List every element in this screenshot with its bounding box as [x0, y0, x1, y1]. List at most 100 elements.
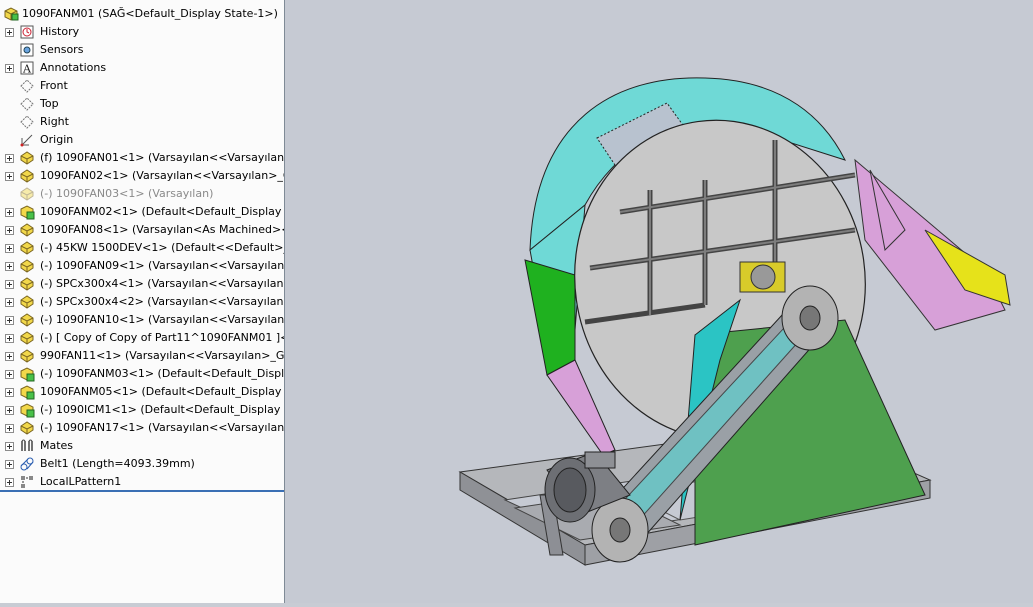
expand-icon[interactable] — [5, 406, 14, 415]
tree-item-label: Belt1 (Length=4093.39mm) — [40, 457, 195, 470]
expand-icon[interactable] — [5, 334, 14, 343]
part-icon — [20, 169, 34, 183]
bearing-block — [739, 261, 786, 293]
fan-assembly-model — [458, 77, 1011, 566]
inlet-green-panel — [524, 259, 576, 376]
part-icon — [20, 421, 34, 435]
tree-item[interactable]: 1090FAN08<1> (Varsayılan<As Machined><<V… — [0, 221, 284, 239]
part-icon — [20, 313, 34, 327]
part-icon — [20, 349, 34, 363]
tree-item-label: (-) 1090FAN09<1> (Varsayılan<<Varsayılan… — [40, 259, 285, 272]
expand-icon[interactable] — [5, 424, 14, 433]
tree-item-label: History — [40, 25, 80, 38]
tree-item[interactable]: Belt1 (Length=4093.39mm) — [0, 455, 284, 473]
tree-item[interactable]: (-) 1090FANM03<1> (Default<Default_Displ… — [0, 365, 285, 383]
assembly-icon — [20, 367, 35, 382]
assembly-icon — [4, 7, 19, 21]
sensors-icon — [20, 43, 34, 57]
expand-icon[interactable] — [5, 442, 14, 451]
expand-icon[interactable] — [5, 28, 14, 37]
tree-item-label: Right — [40, 115, 69, 128]
plane-icon — [20, 97, 34, 111]
expand-icon[interactable] — [5, 370, 14, 379]
tree-item[interactable]: Top — [0, 95, 284, 113]
tree-item[interactable]: (-) SPCx300x4<2> (Varsayılan<<Varsayılan… — [0, 293, 284, 311]
expand-icon[interactable] — [5, 262, 14, 271]
tree-item-label: Sensors — [40, 43, 84, 56]
expand-icon[interactable] — [5, 280, 14, 289]
mates-icon — [21, 439, 33, 451]
tree-separator — [0, 490, 284, 492]
expand-icon[interactable] — [5, 226, 14, 235]
graphics-viewport[interactable] — [285, 0, 1033, 603]
expand-icon[interactable] — [5, 460, 14, 469]
assembly-icon — [20, 205, 35, 220]
tree-item-label: (-) SPCx300x4<2> (Varsayılan<<Varsayılan… — [40, 295, 284, 308]
part-icon — [20, 259, 34, 273]
tree-item[interactable]: A Annotations — [0, 59, 284, 77]
tree-item[interactable]: Mates — [0, 437, 284, 455]
tree-item[interactable]: Origin — [0, 131, 284, 149]
tree-item-label: (f) 1090FAN01<1> (Varsayılan<<Varsayılan… — [40, 151, 285, 164]
expand-icon[interactable] — [5, 388, 14, 397]
tree-item[interactable]: 1090FANM02<1> (Default<Default_Display S… — [0, 203, 284, 221]
tree-item-label: (-) 45KW 1500DEV<1> (Default<<Default>_P… — [40, 241, 284, 254]
part-icon — [20, 295, 34, 309]
tree-item-label: 1090FAN02<1> (Varsayılan<<Varsayılan>_Gö… — [40, 169, 284, 182]
tree-item[interactable]: 1090FAN02<1> (Varsayılan<<Varsayılan>_Gö… — [0, 167, 284, 185]
tree-item[interactable]: (-) 1090FAN09<1> (Varsayılan<<Varsayılan… — [0, 257, 285, 275]
tree-item[interactable]: 990FAN11<1> (Varsayılan<<Varsayılan>_Gör… — [0, 347, 285, 365]
tree-item[interactable]: (-) 1090ICM1<1> (Default<Default_Display… — [0, 401, 284, 419]
tree-item-label: (-) [ Copy of Copy of Part11^1090FANM01 … — [40, 331, 285, 344]
tree-item-label: (-) 1090ICM1<1> (Default<Default_Display… — [40, 403, 284, 416]
expand-icon[interactable] — [5, 352, 14, 361]
tree-root[interactable]: 1090FANM01 (SAĞ<Default_Display State-1>… — [0, 5, 284, 23]
part-icon — [20, 187, 34, 201]
tree-item[interactable]: (f) 1090FAN01<1> (Varsayılan<<Varsayılan… — [0, 149, 285, 167]
tree-item-label: (-) 1090FAN17<1> (Varsayılan<<Varsayılan… — [40, 421, 285, 434]
expand-icon[interactable] — [5, 298, 14, 307]
part-icon — [20, 331, 34, 345]
assembly-icon — [20, 385, 35, 400]
svg-text:A: A — [22, 63, 32, 76]
tree-item[interactable]: Right — [0, 113, 284, 131]
part-icon — [20, 277, 34, 291]
tree-item[interactable]: History — [0, 23, 284, 41]
assembly-icon — [20, 403, 35, 418]
expand-icon[interactable] — [5, 64, 14, 73]
expand-icon[interactable] — [5, 316, 14, 325]
tree-item[interactable]: (-) SPCx300x4<1> (Varsayılan<<Varsayılan… — [0, 275, 284, 293]
expand-icon[interactable] — [5, 478, 14, 487]
expand-icon[interactable] — [5, 172, 14, 181]
tree-item[interactable]: (-) [ Copy of Copy of Part11^1090FANM01 … — [0, 329, 285, 347]
tree-item[interactable]: (-) 1090FAN17<1> (Varsayılan<<Varsayılan… — [0, 419, 285, 437]
pattern-icon — [21, 476, 33, 488]
expand-icon[interactable] — [5, 208, 14, 217]
expand-icon[interactable] — [5, 244, 14, 253]
plane-icon — [20, 79, 34, 93]
tree-item-label: (-) 1090FAN10<1> (Varsayılan<<Varsayılan… — [40, 313, 285, 326]
tree-item-label: 990FAN11<1> (Varsayılan<<Varsayılan>_Gör… — [40, 349, 285, 362]
tree-item-label: Mates — [40, 439, 74, 452]
tree-item[interactable]: (-) 1090FAN03<1> (Varsayılan) — [0, 185, 284, 203]
tree-item[interactable]: LocalLPattern1 — [0, 473, 284, 491]
tree-item-label: 1090FANM02<1> (Default<Default_Display S… — [40, 205, 284, 218]
tree-item-label: (-) 1090FANM03<1> (Default<Default_Displ… — [40, 367, 285, 380]
tree-item[interactable]: 1090FANM05<1> (Default<Default_Display S… — [0, 383, 284, 401]
belt-icon — [20, 457, 34, 471]
expand-icon[interactable] — [5, 154, 14, 163]
tree-root-label: 1090FANM01 (SAĞ<Default_Display State-1>… — [22, 7, 278, 20]
part-icon — [20, 151, 34, 165]
tree-item[interactable]: (-) 45KW 1500DEV<1> (Default<<Default>_P… — [0, 239, 284, 257]
tree-item[interactable]: Front — [0, 77, 284, 95]
tree-item[interactable]: Sensors — [0, 41, 284, 59]
plane-icon — [20, 115, 34, 129]
tree-item-label: Top — [40, 97, 59, 110]
feature-manager-tree: 1090FANM01 (SAĞ<Default_Display State-1>… — [0, 0, 285, 603]
annotations-icon: A — [20, 61, 34, 76]
tree-item-label: Annotations — [40, 61, 107, 74]
tree-item-label: Origin — [40, 133, 74, 146]
tree-item[interactable]: (-) 1090FAN10<1> (Varsayılan<<Varsayılan… — [0, 311, 285, 329]
history-icon — [20, 25, 34, 39]
origin-icon — [20, 134, 33, 147]
